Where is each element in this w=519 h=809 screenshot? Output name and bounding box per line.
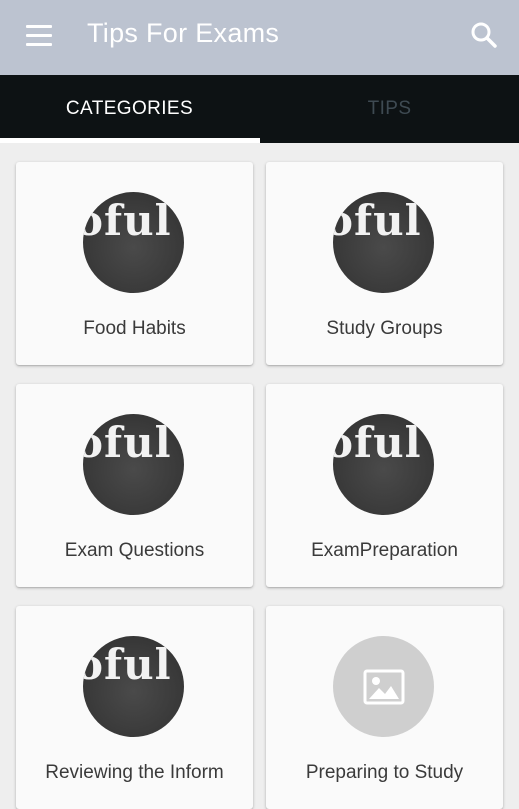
category-card-preparing-to-study[interactable]: Preparing to Study [266, 606, 503, 809]
tab-tips[interactable]: TIPS [260, 75, 519, 143]
hamburger-menu-icon[interactable] [22, 22, 56, 50]
tab-categories[interactable]: CATEGORIES [0, 75, 259, 143]
category-label: ExamPreparation [311, 540, 458, 561]
image-placeholder-icon [363, 669, 405, 705]
category-card-reviewing-the-inform[interactable]: oful T Reviewing the Inform [16, 606, 253, 809]
category-label: Reviewing the Inform [45, 762, 224, 783]
search-icon[interactable] [466, 18, 502, 54]
app-title: Tips For Exams [87, 18, 280, 48]
chalkboard-text: oful T [83, 418, 184, 467]
category-label: Food Habits [83, 318, 186, 339]
chalkboard-thumbnail: oful T [333, 192, 434, 293]
chalkboard-text: oful T [83, 640, 184, 689]
tab-bar: CATEGORIES TIPS [0, 75, 519, 143]
category-label: Exam Questions [64, 540, 205, 561]
tab-label: CATEGORIES [65, 98, 194, 119]
category-card-exam-preparation[interactable]: oful T ExamPreparation [266, 384, 503, 587]
chalkboard-thumbnail: oful T [83, 414, 184, 515]
menu-bar-line [26, 25, 52, 28]
chalkboard-text: oful T [333, 196, 434, 245]
app-bar: Tips For Exams [0, 0, 519, 75]
image-placeholder-thumbnail [333, 636, 434, 737]
chalkboard-thumbnail: oful T [83, 192, 184, 293]
chalkboard-text: oful T [83, 196, 184, 245]
category-card-study-groups[interactable]: oful T Study Groups [266, 162, 503, 365]
category-card-food-habits[interactable]: oful T Food Habits [16, 162, 253, 365]
chalkboard-text: oful T [333, 418, 434, 467]
category-label: Study Groups [326, 318, 443, 339]
tab-label: TIPS [367, 98, 412, 119]
active-tab-indicator [0, 138, 260, 143]
chalkboard-thumbnail: oful T [83, 636, 184, 737]
category-card-exam-questions[interactable]: oful T Exam Questions [16, 384, 253, 587]
menu-bar-line [26, 34, 52, 37]
chalkboard-thumbnail: oful T [333, 414, 434, 515]
category-label: Preparing to Study [305, 762, 464, 783]
menu-bar-line [26, 43, 52, 46]
